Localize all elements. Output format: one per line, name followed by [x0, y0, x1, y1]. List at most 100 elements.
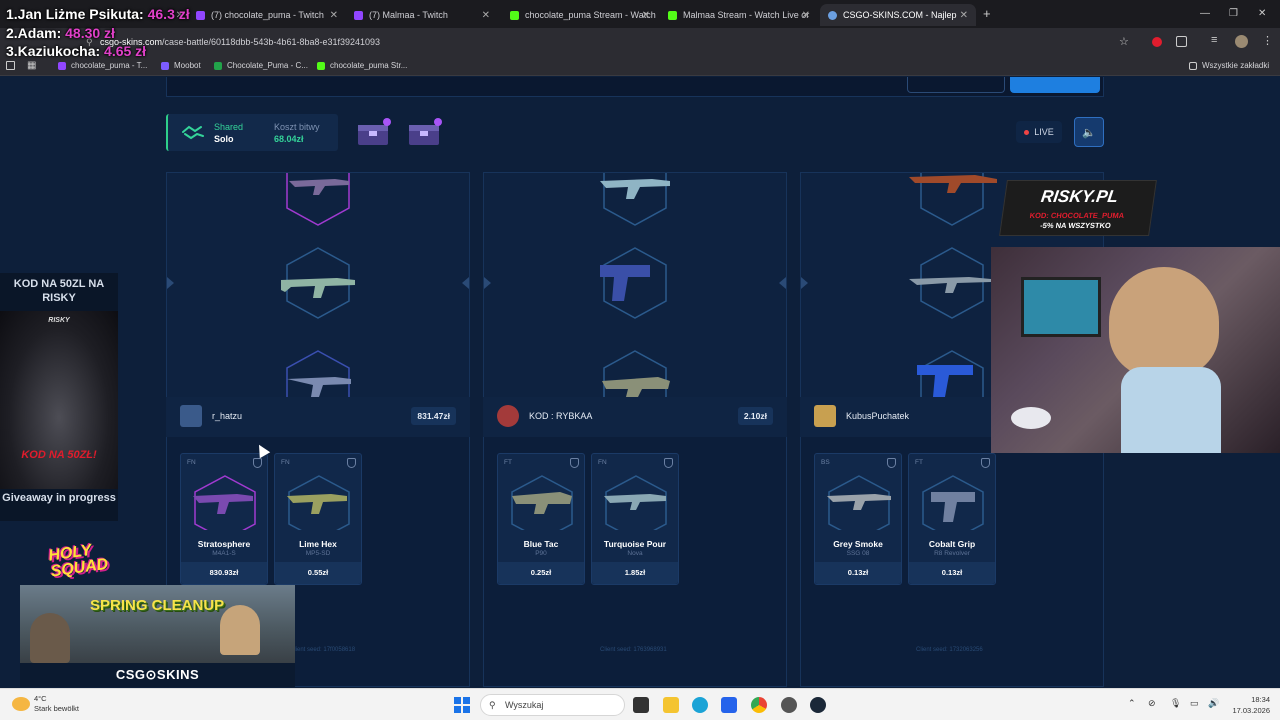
item-image: [827, 475, 891, 530]
close-icon[interactable]: ✕: [330, 10, 338, 21]
address-bar: ⚲ csgo-skins.com/case-battle/60118dbb-54…: [0, 28, 1280, 58]
case-icon-0[interactable]: [355, 117, 391, 147]
promo-image-text: KOD NA 50ZŁ!: [21, 449, 97, 461]
bookmark-item-1[interactable]: Moobot: [161, 61, 201, 70]
twitch-icon: [196, 10, 205, 20]
volume-icon[interactable]: 🔊: [1208, 698, 1219, 709]
risky-banner: RISKY.PL KOD: CHOCOLATE_PUMA -5% NA WSZY…: [999, 180, 1157, 236]
bookmark-item-0[interactable]: chocolate_puma - T...: [58, 61, 147, 70]
item-name: Turquoise Pour: [603, 539, 667, 549]
weather-widget[interactable]: 4°C Stark bewölkt: [34, 694, 79, 714]
item-price: 0.13zł: [815, 562, 901, 584]
arrow-left-icon: [779, 277, 786, 289]
close-icon[interactable]: ✕: [960, 10, 968, 21]
sound-toggle-button[interactable]: 🔈: [1074, 117, 1104, 147]
extension-icon[interactable]: [1152, 37, 1162, 47]
new-tab-icon[interactable]: +: [983, 6, 991, 21]
csgo-skins-icon: [828, 10, 837, 20]
store-icon[interactable]: [721, 697, 737, 713]
menu-icon[interactable]: ⋮: [1262, 34, 1273, 47]
browser-tab-3[interactable]: chocolate_puma Stream - Watch ✕: [502, 4, 658, 26]
close-window-icon[interactable]: ✕: [1258, 8, 1266, 19]
taskbar-clock[interactable]: 18:34 17.03.2026: [1222, 694, 1270, 716]
network-icon[interactable]: ⊘: [1148, 698, 1156, 709]
item-card[interactable]: FT Cobalt Grip R8 Revolver 0.13zł: [908, 453, 996, 585]
promo-code-panel: KOD NA 50ZL NA RISKY RISKY KOD NA 50ZŁ! …: [0, 273, 118, 521]
condition-label: FT: [504, 459, 512, 466]
spring-cleanup-banner: SPRING CLEANUP: [20, 585, 295, 663]
star-icon[interactable]: ☆: [1119, 35, 1129, 48]
item-name: Lime Hex: [299, 539, 337, 549]
kick-icon: [668, 10, 677, 20]
streamer-image: [1109, 267, 1219, 377]
primary-button[interactable]: [1010, 77, 1100, 93]
monitor-icon[interactable]: ▭: [1190, 698, 1199, 709]
secondary-button[interactable]: [907, 77, 1005, 93]
media-icon[interactable]: ≡: [1211, 34, 1217, 46]
live-badge[interactable]: LIVE: [1016, 121, 1062, 143]
browser-tab-4[interactable]: Malmaa Stream - Watch Live or ✕: [660, 4, 818, 26]
item-card[interactable]: FN Stratosphere M4A1-S 830.93zł: [180, 453, 268, 585]
leaderboard-name: 1.Jan Liżme Psikuta:: [6, 6, 144, 22]
client-seed: Client seed: 17f0058618: [290, 647, 356, 653]
item-card[interactable]: BS Grey Smoke SSG 08 0.13zł: [814, 453, 902, 585]
bookmark-item-2[interactable]: Chocolate_Puma - C...: [214, 61, 308, 70]
chrome-icon[interactable]: [751, 697, 767, 713]
shield-icon: [347, 458, 356, 468]
arrow-right-icon: [484, 277, 491, 289]
tab-search-icon[interactable]: [6, 61, 15, 70]
item-weapon: R8 Revolver: [934, 550, 970, 557]
condition-label: BS: [821, 459, 830, 466]
file-explorer-icon[interactable]: [663, 697, 679, 713]
search-icon: ⚲: [489, 700, 496, 710]
battle-mode-box: Shared Solo Koszt bitwy 68.04zł: [166, 114, 338, 151]
extensions-puzzle-icon[interactable]: [1176, 36, 1187, 47]
mode-value: Solo: [214, 134, 234, 144]
start-icon[interactable]: [454, 697, 470, 713]
item-price: 0.55zł: [275, 562, 361, 584]
moobot-icon: [161, 61, 169, 70]
restore-icon[interactable]: ❐: [1229, 8, 1238, 19]
item-weapon: MP5-SD: [305, 550, 331, 557]
item-card[interactable]: FN Turquoise Pour Nova 1.85zł: [591, 453, 679, 585]
weather-icon[interactable]: [12, 697, 30, 711]
task-view-icon[interactable]: [633, 697, 649, 713]
edge-icon[interactable]: [692, 697, 708, 713]
apps-grid-icon[interactable]: ▦: [27, 60, 36, 71]
microphone-icon[interactable]: 🎙: [1170, 698, 1181, 709]
taskbar-search-input[interactable]: ⚲ Wyszukaj: [480, 694, 625, 716]
close-icon[interactable]: ✕: [802, 10, 810, 21]
sniper-icon: [909, 277, 991, 293]
all-bookmarks[interactable]: Wszystkie zakładki: [1189, 61, 1269, 70]
steam-icon[interactable]: [810, 697, 826, 713]
close-icon[interactable]: ✕: [642, 10, 650, 21]
risky-brand: RISKY.PL: [1039, 187, 1120, 206]
mode-label: Shared: [214, 122, 244, 132]
browser-tab-1[interactable]: (7) chocolate_puma - Twitch ✕: [188, 4, 346, 26]
twitch-icon: [354, 10, 363, 20]
shield-icon: [981, 458, 990, 468]
arrow-right-icon: [167, 277, 174, 289]
close-icon[interactable]: ✕: [482, 10, 490, 21]
weather-desc: Stark bewölkt: [34, 704, 80, 713]
clock-date: 17.03.2026: [1232, 706, 1270, 715]
minimize-icon[interactable]: —: [1200, 8, 1210, 19]
item-weapon: SSG 08: [846, 550, 870, 557]
spinner-column-2: [483, 172, 787, 397]
condition-label: FT: [915, 459, 923, 466]
case-icon-1[interactable]: [406, 117, 442, 147]
chevron-up-icon[interactable]: ⌃: [1128, 698, 1136, 709]
browser-tab-5-active[interactable]: CSGO-SKINS.COM - Najlep ✕: [820, 4, 976, 26]
item-card[interactable]: FT Blue Tac P90 0.25zł: [497, 453, 585, 585]
browser-tab-2[interactable]: (7) Malmaa - Twitch ✕: [346, 4, 498, 26]
profile-avatar[interactable]: [1235, 35, 1248, 48]
item-price: 0.25zł: [498, 562, 584, 584]
item-card[interactable]: FN Lime Hex MP5-SD 0.55zł: [274, 453, 362, 585]
player-name: r_hatzu: [212, 411, 243, 421]
app-icon[interactable]: [781, 697, 797, 713]
avatar: [180, 405, 202, 427]
bookmark-item-3[interactable]: chocolate_puma Str...: [317, 61, 407, 70]
risky-discount: -5% NA WSZYSTKO: [1039, 221, 1112, 230]
weather-temp: 4°C: [34, 694, 47, 703]
item-image: [604, 475, 667, 530]
